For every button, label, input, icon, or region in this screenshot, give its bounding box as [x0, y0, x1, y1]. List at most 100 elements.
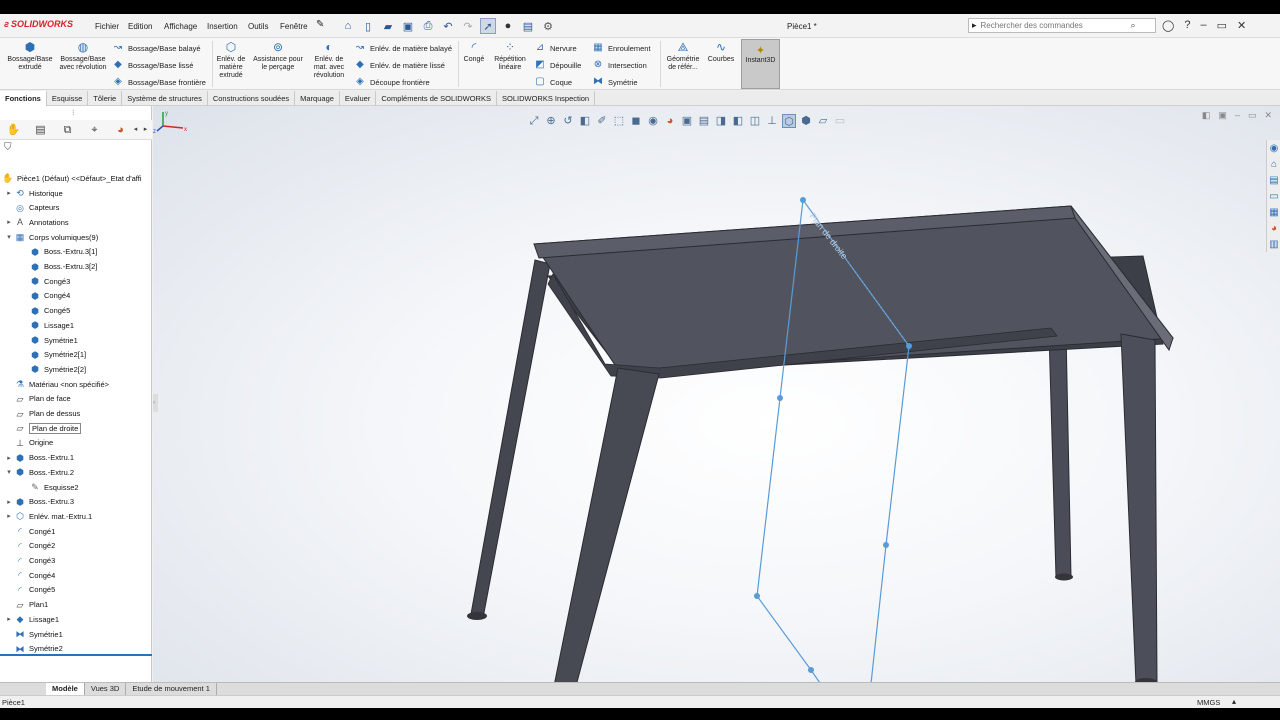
trimetric-view-icon[interactable]: ▱ — [816, 114, 830, 128]
tree-item[interactable]: ▱ Plan de dessus — [4, 407, 81, 421]
zoom-area-icon[interactable]: ⊕ — [544, 114, 558, 128]
tree-item[interactable]: ▱ Plan de face — [4, 392, 71, 406]
dynamic-annotation-icon[interactable]: ✐ — [595, 114, 609, 128]
section-view-icon[interactable]: ◧ — [578, 114, 592, 128]
geometrie-reference-button[interactable]: ⟁ Géométrie de référ... — [662, 40, 704, 72]
search-icon[interactable]: ⌕ — [1131, 20, 1136, 31]
single-view-icon[interactable]: ▭ — [833, 114, 847, 128]
conge-button[interactable]: ◜ Congé — [460, 40, 488, 64]
search-input[interactable] — [980, 21, 1131, 30]
print-icon[interactable]: ⎙ — [420, 18, 436, 34]
open-icon[interactable]: ▰ — [380, 18, 396, 34]
tab-esquisse[interactable]: Esquisse — [47, 91, 89, 106]
rollback-bar[interactable] — [0, 654, 152, 656]
tab-fonctions[interactable]: Fonctions — [0, 91, 47, 106]
traffic-light-icon[interactable]: ● — [500, 18, 516, 34]
tree-item[interactable]: ⧓ Symétrie1 — [4, 627, 63, 641]
table-leg-back-left[interactable] — [470, 259, 551, 619]
display-manager-tab-icon[interactable]: ◕ — [113, 123, 128, 137]
bossage-balaye-button[interactable]: ↝ Bossage/Base balayé — [112, 42, 201, 54]
plane-handle[interactable] — [800, 197, 806, 203]
courbes-button[interactable]: ∿ Courbes — [706, 40, 736, 64]
enlev-revolution-button[interactable]: ◐ Enlév. de mat. avec révolution — [310, 40, 348, 80]
tab-inspection[interactable]: SOLIDWORKS Inspection — [497, 91, 596, 106]
view-front-icon[interactable]: ◨ — [714, 114, 728, 128]
tree-item[interactable]: ◎ Capteurs — [4, 201, 59, 215]
featuremanager-tab-icon[interactable]: ✋ — [6, 123, 21, 137]
tab-modele[interactable]: Modèle — [46, 683, 85, 695]
dimxpert-tab-icon[interactable]: ⌖ — [87, 123, 102, 137]
close-icon[interactable]: ✕ — [1264, 110, 1272, 121]
expand-toggle-icon[interactable]: ▾ — [4, 468, 14, 476]
enlev-balaye-button[interactable]: ↝ Enlév. de matière balayé — [354, 42, 452, 54]
tab-constructions-soudees[interactable]: Constructions soudées — [208, 91, 296, 106]
plane-handle[interactable] — [754, 593, 760, 599]
tree-item[interactable]: ⬢ Symétrie2[1] — [19, 348, 86, 362]
nervure-button[interactable]: ⊿ Nervure — [534, 42, 577, 54]
select-arrow-icon[interactable]: ➚ — [480, 18, 496, 34]
table-leg-front-left[interactable] — [551, 367, 660, 682]
tree-item[interactable]: ▱ Plan1 — [4, 598, 49, 612]
tree-item[interactable]: ◜ Congé2 — [4, 539, 55, 553]
graphics-area[interactable]: Plan de droite ⤢ ⊕ ↺ ◧ ✐ ⬚ ◼ ◉ ◕ ▣ ▤ ◨ ◧… — [153, 106, 1280, 682]
menu-edition[interactable]: Edition — [128, 22, 152, 31]
display-style-icon[interactable]: ◼ — [629, 114, 643, 128]
tree-item[interactable]: ◜ Congé1 — [4, 524, 55, 538]
close-icon[interactable]: ✕ — [1237, 19, 1246, 32]
save-icon[interactable]: ▣ — [400, 18, 416, 34]
tree-item[interactable]: ◜ Congé5 — [4, 583, 55, 597]
file-properties-icon[interactable]: ▤ — [520, 18, 536, 34]
bossage-lisse-button[interactable]: ◆ Bossage/Base lissé — [112, 59, 193, 71]
solidworks-resources-icon[interactable]: ◉ — [1268, 142, 1280, 156]
expand-toggle-icon[interactable]: ▸ — [4, 454, 14, 462]
solidworks-logo[interactable]: ƨ SOLIDWORKS — [4, 19, 73, 29]
hide-show-icon[interactable]: ◉ — [646, 114, 660, 128]
menu-fichier[interactable]: Fichier — [95, 22, 119, 31]
panel-collapse-handle[interactable]: ⁝ — [72, 108, 75, 117]
configuration-tab-icon[interactable]: ⧉ — [60, 123, 75, 137]
scene-icon[interactable]: ▣ — [680, 114, 694, 128]
repetition-lineaire-button[interactable]: ⁘ Répétition linéaire — [490, 40, 530, 72]
unit-dropdown-icon[interactable]: ▴ — [1232, 697, 1236, 706]
bossage-extrude-button[interactable]: ⬢ Bossage/Base extrudé — [4, 40, 56, 72]
view-back-icon[interactable]: ◧ — [731, 114, 745, 128]
instant3d-button[interactable]: ✦ Instant3D — [741, 39, 780, 89]
tree-item[interactable]: ◜ Congé3 — [4, 554, 55, 568]
enlev-extrude-button[interactable]: ⬡ Enlév. de matière extrudé — [214, 40, 248, 80]
menu-outils[interactable]: Outils — [248, 22, 268, 31]
tab-complements[interactable]: Compléments de SOLIDWORKS — [376, 91, 497, 106]
tab-vues-3d[interactable]: Vues 3D — [85, 683, 127, 695]
tree-item[interactable]: ⊥ Origine — [4, 436, 53, 450]
view-palette-icon[interactable]: ▦ — [1268, 206, 1280, 220]
custom-properties-icon[interactable]: ▥ — [1268, 238, 1280, 252]
undo-icon[interactable]: ↶ — [440, 18, 456, 34]
maximize-icon[interactable]: ▭ — [1248, 110, 1257, 121]
isometric-view-icon[interactable]: ⬡ — [782, 114, 796, 128]
enroulement-button[interactable]: ▦ Enroulement — [592, 42, 650, 54]
user-icon[interactable]: ◯ — [1162, 19, 1174, 32]
tree-item[interactable]: ⬢ Lissage1 — [19, 318, 74, 332]
tree-item[interactable]: ▾ ⬢ Boss.-Extru.2 — [4, 465, 74, 479]
tree-item[interactable]: ▸ ⟲ Historique — [4, 186, 63, 200]
home-icon[interactable]: ⌂ — [340, 18, 356, 34]
bossage-frontiere-button[interactable]: ◈ Bossage/Base frontière — [112, 76, 206, 88]
pin-icon[interactable]: ✎ — [316, 19, 324, 30]
expand-toggle-icon[interactable]: ▸ — [4, 512, 14, 520]
tree-item[interactable]: ⬢ Congé5 — [19, 304, 70, 318]
tab-etude-mouvement[interactable]: Etude de mouvement 1 — [126, 683, 217, 695]
tree-item[interactable]: ▸ ⬡ Enlév. mat.-Extru.1 — [4, 509, 92, 523]
symetrie-button[interactable]: ⧓ Symétrie — [592, 76, 638, 88]
plane-handle[interactable] — [883, 542, 889, 548]
restore-icon[interactable]: ▣ — [1218, 110, 1227, 121]
tabs-scroll-right-icon[interactable]: ▸ — [138, 123, 153, 137]
zoom-to-fit-icon[interactable]: ⤢ — [527, 114, 541, 128]
help-icon[interactable]: ? — [1184, 19, 1190, 32]
propertymanager-tab-icon[interactable]: ▤ — [33, 123, 48, 137]
tree-item[interactable]: ⬢ Symétrie2[2] — [19, 362, 86, 376]
plane-handle[interactable] — [777, 395, 783, 401]
enlev-lisse-button[interactable]: ◆ Enlév. de matière lissé — [354, 59, 445, 71]
tab-systeme-structures[interactable]: Système de structures — [122, 91, 208, 106]
minimize-icon[interactable]: – — [1200, 19, 1206, 32]
tree-item[interactable]: ▸ ◆ Lissage1 — [4, 612, 59, 626]
tree-item[interactable]: ⬢ Congé3 — [19, 274, 70, 288]
